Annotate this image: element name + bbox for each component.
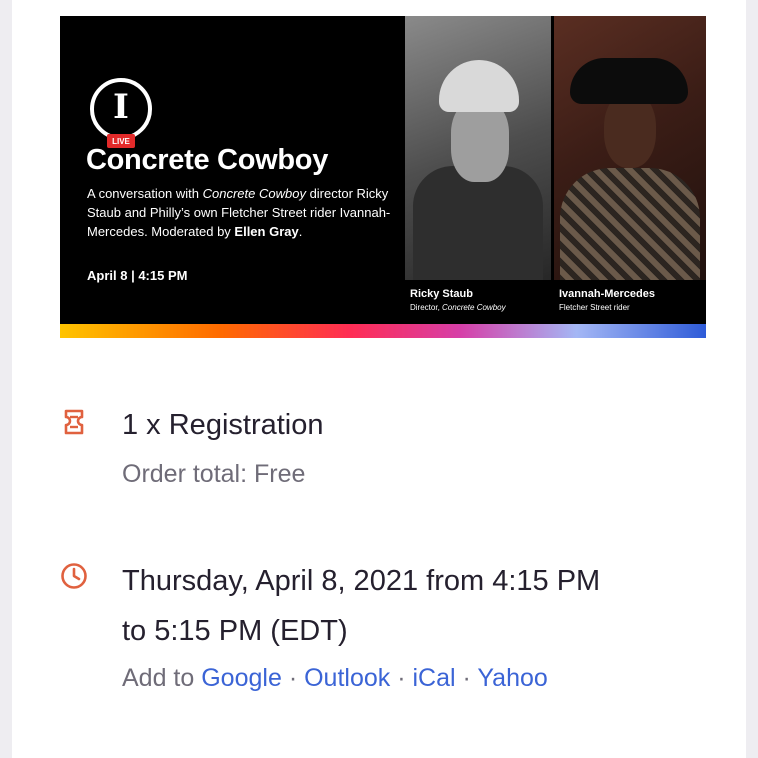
clock-icon xyxy=(61,563,87,589)
person-name: Ricky Staub xyxy=(410,288,473,300)
photo-caption: Ricky Staub Director, Concrete Cowboy xyxy=(405,280,551,324)
calendar-link-yahoo[interactable]: Yahoo xyxy=(477,664,547,692)
inquirer-logo: I xyxy=(90,78,152,140)
figure-hat xyxy=(570,58,688,104)
separator: · xyxy=(288,664,298,692)
calendar-link-ical[interactable]: iCal xyxy=(413,664,456,692)
separator: · xyxy=(462,664,471,692)
ticket-icon xyxy=(64,409,84,435)
logo-letter: I xyxy=(113,87,129,127)
event-title: Concrete Cowboy xyxy=(86,144,329,176)
event-datetime-line1: Thursday, April 8, 2021 from 4:15 PM xyxy=(122,565,601,597)
gradient-strip xyxy=(60,324,706,338)
person-name: Ivannah-Mercedes xyxy=(559,288,655,300)
person-role: Director, Concrete Cowboy xyxy=(410,303,506,312)
photo-caption: Ivannah-Mercedes Fletcher Street rider xyxy=(554,280,706,324)
order-total: Order total: Free xyxy=(122,460,306,488)
figure-cap xyxy=(439,60,519,112)
event-datetime-line2: to 5:15 PM (EDT) xyxy=(122,615,348,647)
separator: · xyxy=(397,664,406,692)
calendar-link-outlook[interactable]: Outlook xyxy=(304,664,390,692)
figure-face xyxy=(451,100,509,182)
event-banner-image: I LIVE Concrete Cowboy A conversation wi… xyxy=(60,16,706,338)
photo-ricky-staub: Ricky Staub Director, Concrete Cowboy xyxy=(405,16,551,324)
photo-ivannah-mercedes: Ivannah-Mercedes Fletcher Street rider xyxy=(554,16,706,324)
add-to-label: Add to xyxy=(122,664,195,692)
add-to-calendar: Add to Google · Outlook · iCal · Yahoo xyxy=(122,664,548,693)
banner-text-panel: I LIVE Concrete Cowboy A conversation wi… xyxy=(60,16,405,324)
registration-title: 1 x Registration xyxy=(122,409,324,441)
event-description: A conversation with Concrete Cowboy dire… xyxy=(87,186,391,239)
event-date-banner: April 8 | 4:15 PM xyxy=(87,268,188,283)
calendar-link-google[interactable]: Google xyxy=(201,664,282,692)
person-role: Fletcher Street rider xyxy=(559,303,630,312)
